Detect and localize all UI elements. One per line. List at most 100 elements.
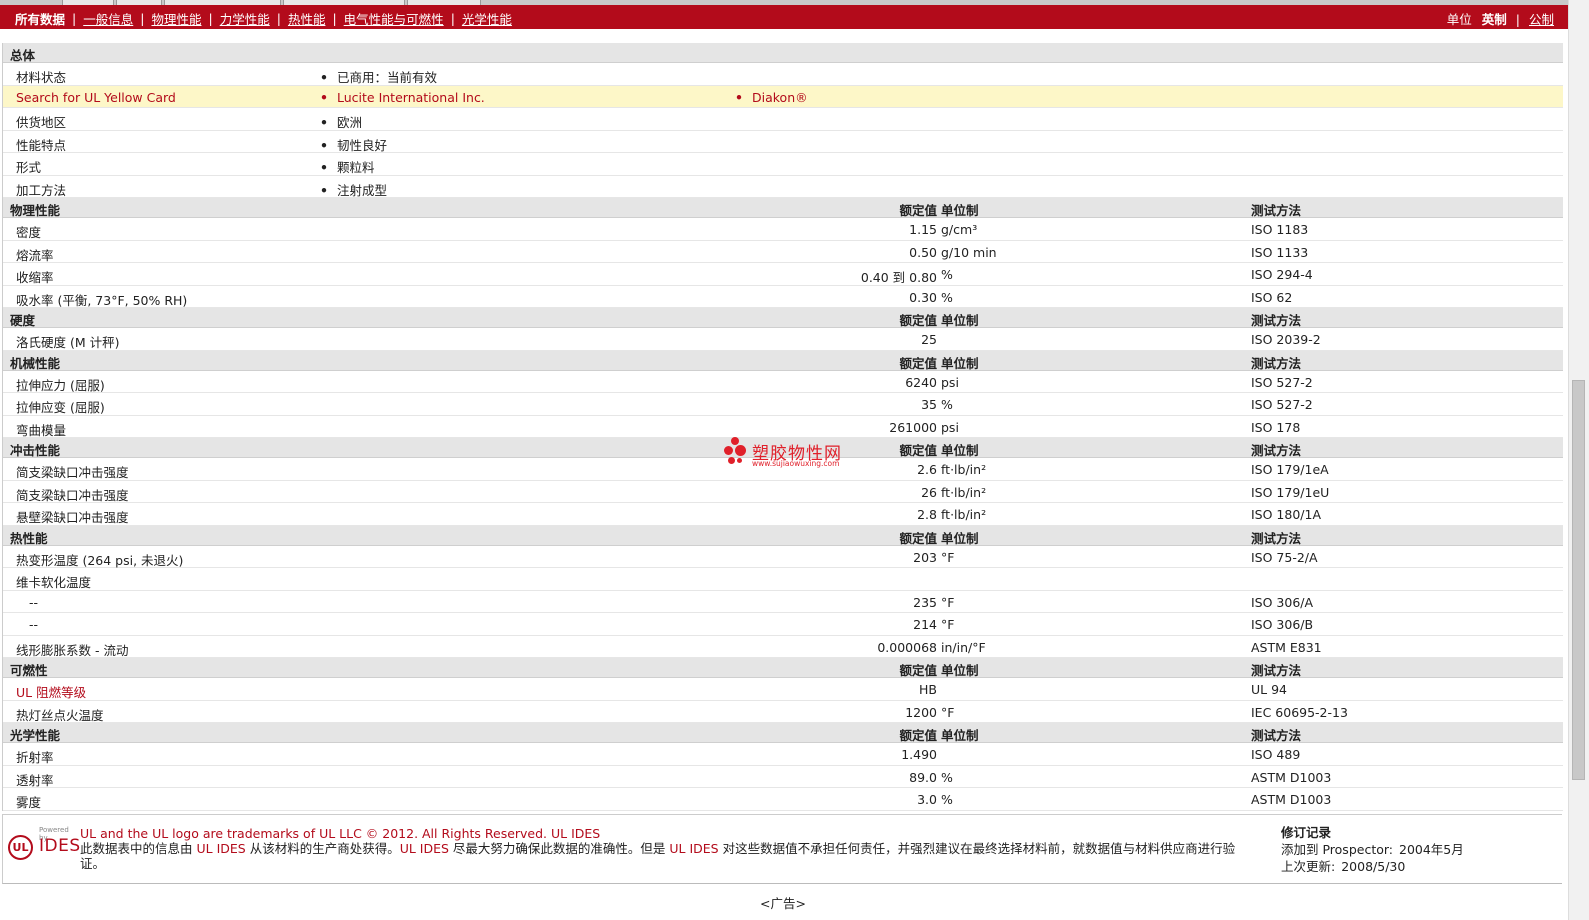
property-value: 1.490 (901, 747, 937, 762)
table-row: 吸水率 (平衡, 73°F, 50% RH) 0.30% ISO 62 (3, 286, 1563, 308)
property-name: 悬壁梁缺口冲击强度 (16, 510, 129, 525)
property-name: 透射率 (16, 772, 54, 788)
table-row: 熔流率 0.50 g/10 min ISO 1133 (3, 241, 1563, 263)
property-name: 性能特点 (16, 137, 67, 153)
property-name[interactable]: Search for UL Yellow Card (16, 90, 176, 105)
top-nav-bar: 所有数据 | 一般信息 | 物理性能 | 力学性能 | 热性能 | 电气性能与可燃性 | 光学性能 单位… (0, 0, 1568, 29)
test-method: ISO 527-2 (1251, 397, 1313, 412)
property-unit: ft·lb/in² (941, 507, 987, 522)
watermark-dots-icon (722, 437, 750, 469)
ul-ides-link[interactable]: UL IDES (196, 841, 245, 856)
test-method: ASTM D1003 (1251, 769, 1332, 785)
table-row: 热灯丝点火温度 1200 °F IEC 60695-2-13 (3, 701, 1563, 723)
column-header-test: 测试方法 (1251, 313, 1302, 328)
property-value[interactable]: Diakon® (735, 90, 808, 105)
property-name: 收缩率 (16, 270, 54, 285)
property-unit: °F (941, 617, 955, 632)
revision-title: 修订记录 (1281, 825, 1332, 840)
ides-wordmark: IDES (39, 836, 81, 856)
general-row: 供货地区 欧洲 (3, 108, 1563, 131)
property-name[interactable]: UL 阻燃等级 (16, 682, 86, 701)
tab-6[interactable]: 光学性能 (455, 9, 519, 28)
watermark-url: www.sujiaowuxing.com (752, 459, 840, 468)
property-unit: °F (941, 549, 955, 565)
table-row: 弯曲模量 261000 psi ISO 178 (3, 416, 1563, 438)
tab-0[interactable]: 所有数据 (8, 9, 72, 28)
test-method: ISO 294-4 (1251, 267, 1313, 282)
property-name: 热变形温度 (264 psi, 未退火) (16, 552, 184, 568)
disclaimer-text: 此数据表中的信息由 UL IDES 从该材料的生产商处获得。UL IDES 尽最… (80, 841, 1260, 871)
property-name: 材料状态 (16, 70, 67, 85)
ul-ides-link[interactable]: UL IDES (400, 841, 449, 856)
property-value: 3.0 (917, 792, 937, 807)
test-method: ASTM D1003 (1251, 792, 1332, 807)
test-method: ISO 179/1eU (1251, 484, 1330, 500)
property-unit: in/in/°F (941, 639, 986, 655)
column-header-value: 额定值 (899, 728, 937, 743)
tab-2[interactable]: 物理性能 (144, 9, 208, 28)
test-method: ISO 306/B (1251, 617, 1314, 632)
property-unit: ft·lb/in² (941, 462, 987, 477)
test-method: ISO 527-2 (1251, 374, 1313, 390)
table-row: 雾度 3.0% ASTM D1003 (3, 788, 1563, 811)
table-row: 悬壁梁缺口冲击强度 2.8 ft·lb/in² ISO 180/1A (3, 503, 1563, 526)
revision-added-label: 添加到 Prospector: (1281, 842, 1393, 857)
scrollbar-thumb[interactable] (1572, 380, 1585, 780)
revision-added-value: 2004年5月 (1399, 842, 1464, 857)
table-row: -- 214 °F ISO 306/B (3, 613, 1563, 636)
property-name: 供货地区 (16, 115, 67, 130)
test-method: ISO 62 (1251, 289, 1293, 305)
section-title: 光学性能 (10, 728, 61, 743)
section-title: 热性能 (10, 530, 48, 546)
property-value: Lucite International Inc. (320, 90, 485, 105)
column-header-unit: 单位制 (941, 443, 979, 458)
property-unit: % (941, 397, 953, 412)
column-header-test: 测试方法 (1251, 443, 1302, 458)
column-header-value: 额定值 (899, 663, 937, 678)
property-value: 0.000068 (877, 639, 937, 655)
property-name: 熔流率 (16, 247, 54, 263)
property-unit: % (941, 769, 953, 785)
ul-ides-link[interactable]: UL IDES (669, 841, 718, 856)
general-row: 加工方法 注射成型 (3, 176, 1563, 198)
section-title: 机械性能 (10, 355, 61, 371)
property-value: 214 (913, 617, 937, 632)
property-value: 2.6 (917, 462, 937, 477)
section-header: 热性能 额定值 单位制 测试方法 (3, 525, 1563, 546)
column-header-value: 额定值 (899, 313, 937, 328)
property-unit: °F (941, 704, 955, 720)
column-header-test: 测试方法 (1251, 530, 1302, 546)
table-row: 洛氏硬度 (M 计秤) 25 ISO 2039-2 (3, 328, 1563, 351)
vertical-scrollbar[interactable] (1568, 0, 1589, 920)
property-value: 6240 (905, 374, 937, 390)
property-name: -- (29, 617, 39, 632)
units-imperial[interactable]: 英制 (1482, 12, 1507, 27)
ul-logo-icon: UL (8, 835, 33, 860)
property-value: 0.40 到 0.80 (860, 270, 937, 285)
section-header: 物理性能 额定值 单位制 测试方法 (3, 198, 1563, 218)
tab-5[interactable]: 电气性能与可燃性 (337, 9, 451, 28)
property-value: 235 (913, 594, 937, 610)
tab-4[interactable]: 热性能 (281, 9, 333, 28)
tab-1[interactable]: 一般信息 (76, 9, 140, 28)
property-name: 加工方法 (16, 182, 67, 198)
property-unit: ft·lb/in² (941, 484, 987, 500)
table-row: UL 阻燃等级 HB UL 94 (3, 678, 1563, 701)
column-header-unit: 单位制 (941, 663, 979, 678)
browser-tab-strip (0, 0, 1568, 5)
disclaimer-part: 尽最大努力确保此数据的准确性。但是 (448, 841, 670, 856)
tab-3[interactable]: 力学性能 (213, 9, 277, 28)
property-unit: psi (941, 419, 959, 435)
section-title: 硬度 (10, 313, 36, 328)
revision-updated: 上次更新: 2008/5/30 (1281, 858, 1464, 875)
property-value: 203 (913, 549, 937, 565)
column-header-unit: 单位制 (941, 728, 979, 743)
column-header-unit: 单位制 (941, 530, 979, 546)
property-name: 简支梁缺口冲击强度 (16, 487, 129, 503)
property-name: 形式 (16, 160, 42, 175)
property-name: 简支梁缺口冲击强度 (16, 465, 129, 480)
units-metric-link[interactable]: 公制 (1529, 12, 1554, 27)
property-value: 35 (921, 397, 937, 412)
advertisement-label: <广告> (760, 896, 806, 911)
property-value: 26 (921, 484, 937, 500)
